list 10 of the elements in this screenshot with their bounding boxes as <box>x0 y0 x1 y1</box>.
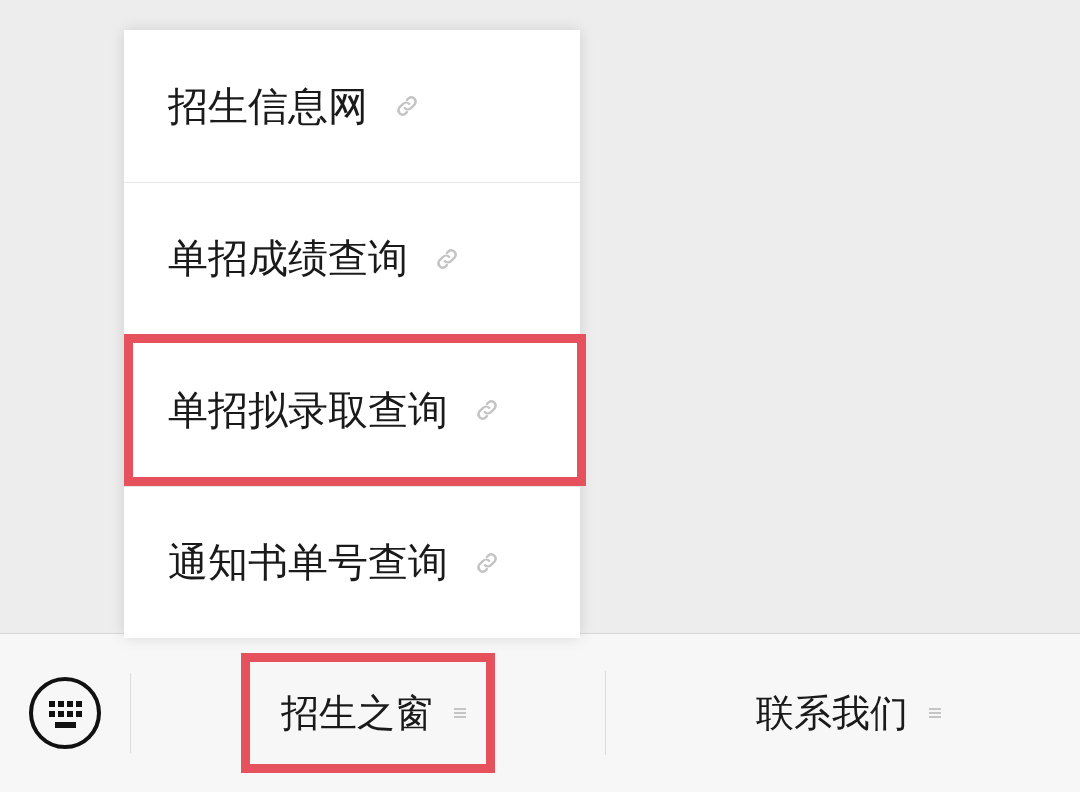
menu-lines-icon <box>453 706 467 720</box>
menu-button[interactable]: 联系我们 <box>716 653 970 773</box>
link-icon <box>394 93 420 119</box>
menu-lines-icon <box>928 706 942 720</box>
menu-item[interactable]: 招生信息网 <box>124 30 580 182</box>
keyboard-icon[interactable] <box>28 676 102 750</box>
menu-item[interactable]: 单招成绩查询 <box>124 182 580 334</box>
menu-button[interactable]: 招生之窗 <box>241 653 495 773</box>
link-icon <box>474 397 500 423</box>
menu-item[interactable]: 单招拟录取查询 <box>124 334 586 486</box>
